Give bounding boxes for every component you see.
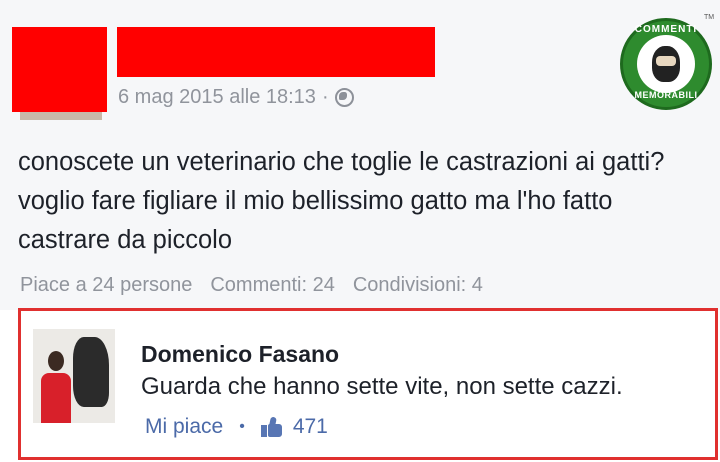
logo-face-icon [652, 46, 680, 82]
shares-count-link[interactable]: Condivisioni: 4 [353, 274, 483, 297]
commenti-memorabili-logo: COMMENTI MEMORABILI TM [620, 14, 715, 120]
post-stats: Piace a 24 persone Commenti: 24 Condivis… [20, 274, 483, 297]
avatar-edge [20, 112, 102, 120]
highlighted-comment: Domenico Fasano Guarda che hanno sette v… [18, 308, 718, 460]
commenter-avatar[interactable] [33, 329, 115, 423]
meta-separator: · [321, 86, 329, 108]
logo-trademark: TM [704, 14, 715, 21]
commenter-name[interactable]: Domenico Fasano [141, 341, 339, 368]
post-meta: 6 mag 2015 alle 18:13 · [118, 86, 354, 109]
action-separator: • [239, 418, 245, 435]
avatar-mural [73, 337, 109, 407]
post-timestamp[interactable]: 6 mag 2015 alle 18:13 [118, 86, 316, 109]
like-button[interactable]: Mi piace [145, 415, 223, 439]
thumbs-up-icon[interactable] [260, 416, 283, 437]
likes-count-link[interactable]: Piace a 24 persone [20, 274, 192, 297]
post-card: 6 mag 2015 alle 18:13 · conoscete un vet… [0, 0, 720, 310]
globe-icon[interactable] [334, 88, 354, 107]
redacted-author-name [117, 27, 435, 77]
comment-actions: Mi piace • 471 [145, 415, 328, 439]
logo-top-text: COMMENTI [634, 24, 698, 35]
comment-like-count[interactable]: 471 [293, 415, 328, 439]
redacted-avatar [12, 27, 107, 112]
comment-text: Guarda che hanno sette vite, non sette c… [141, 373, 623, 400]
post-text: conoscete un veterinario che toglie le c… [18, 148, 665, 254]
logo-bottom-text: MEMORABILI [634, 90, 698, 100]
avatar-person [41, 351, 71, 423]
comments-count-link[interactable]: Commenti: 24 [210, 274, 335, 297]
